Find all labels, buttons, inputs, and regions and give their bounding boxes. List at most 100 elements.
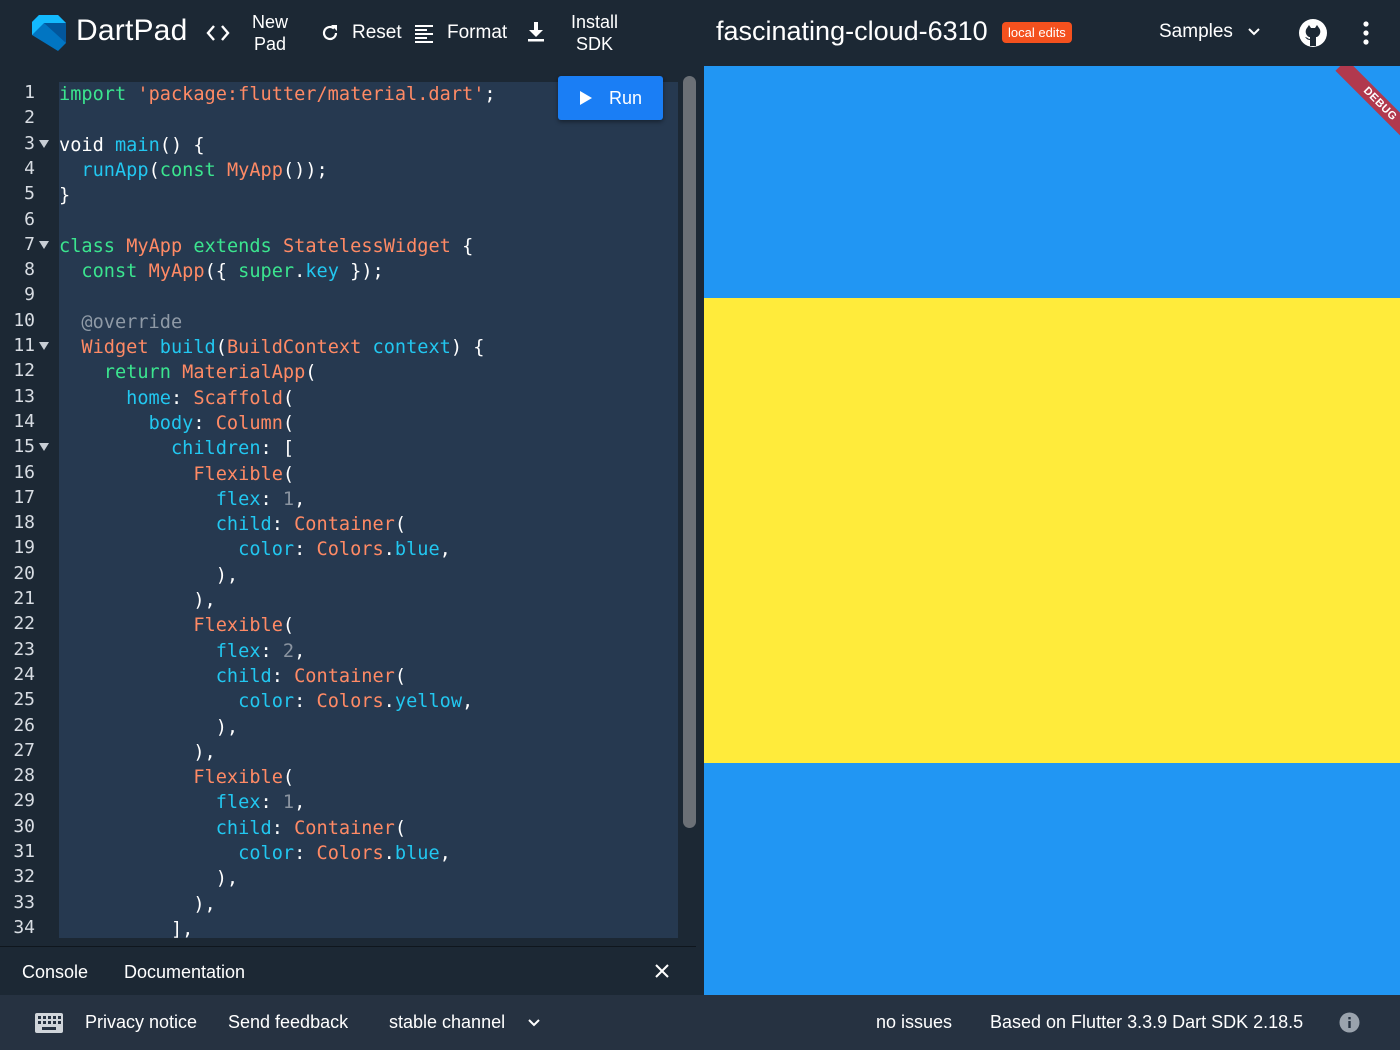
code-token: children — [170, 438, 261, 460]
code-token: Colors — [316, 539, 384, 561]
run-button[interactable]: Run — [558, 76, 663, 120]
code-token: Colors — [316, 843, 384, 864]
code-token: , — [294, 792, 306, 814]
install-sdk-label-line2: SDK — [576, 34, 614, 54]
code-token: MyApp — [148, 261, 205, 283]
code-token: StatelessWidget — [282, 235, 451, 257]
fold-arrow-icon[interactable] — [39, 342, 49, 350]
code-token: ), — [59, 893, 216, 915]
line-number-text: 13 — [13, 385, 35, 407]
code-token: ( — [282, 387, 295, 409]
send-feedback-link[interactable]: Send feedback — [228, 1012, 348, 1033]
preview-band-top — [704, 66, 1400, 298]
fold-arrow-icon[interactable] — [39, 240, 49, 249]
channel-selector[interactable]: stable channel — [389, 1012, 541, 1033]
app-preview[interactable]: DEBUG — [704, 66, 1400, 995]
code-token: 'package:flutter/material.dart' — [137, 84, 485, 105]
code-token: Flexible — [193, 615, 283, 637]
line-number: 27 — [0, 740, 59, 765]
github-icon[interactable] — [1298, 18, 1328, 48]
code-token: : — [294, 539, 317, 561]
download-icon[interactable] — [526, 21, 546, 43]
line-number: 31 — [0, 841, 59, 866]
line-number-text: 30 — [13, 815, 35, 837]
code-token: child — [215, 665, 272, 687]
fold-arrow-icon[interactable] — [39, 139, 49, 148]
console-bar: Console Documentation — [0, 946, 696, 995]
code-line: class MyApp extends StatelessWidget { — [59, 234, 473, 259]
tab-documentation[interactable]: Documentation — [124, 962, 245, 983]
code-token: ( — [282, 615, 295, 637]
embed-code-icon[interactable] — [206, 22, 230, 44]
code-token: ( — [282, 767, 295, 789]
app-header: DartPad New Pad Reset Format Install SDK… — [0, 0, 1400, 66]
chevron-down-icon — [528, 1018, 540, 1026]
install-sdk-label-line1: Install — [571, 12, 619, 32]
code-token: : — [260, 640, 283, 662]
code-token: ( — [282, 463, 295, 485]
code-line: Flexible( — [59, 765, 294, 790]
code-token: color — [238, 539, 295, 561]
panel-divider[interactable] — [696, 66, 704, 995]
fold-arrow-icon[interactable] — [39, 443, 49, 452]
info-icon[interactable] — [1339, 1012, 1360, 1038]
code-line: ), — [59, 588, 215, 613]
format-button[interactable]: Format — [414, 22, 507, 44]
line-number: 13 — [0, 386, 59, 411]
samples-dropdown[interactable]: Samples — [1159, 21, 1261, 43]
code-token: const — [159, 159, 216, 181]
code-token: flex — [215, 792, 261, 814]
code-token: super — [238, 261, 295, 283]
editor-scrollbar[interactable] — [683, 76, 696, 828]
code-token: 1 — [282, 488, 295, 510]
code-token: , — [294, 640, 306, 662]
keyboard-icon[interactable] — [35, 1013, 63, 1038]
code-editor[interactable]: import 'package:flutter/material.dart'; v… — [59, 82, 678, 938]
code-token: void — [59, 134, 115, 156]
code-line: runApp(const MyApp()); — [59, 158, 327, 183]
reset-button[interactable]: Reset — [320, 22, 402, 44]
code-token: home — [126, 387, 171, 409]
more-options-icon[interactable] — [1360, 20, 1372, 46]
code-token: Container — [294, 665, 395, 687]
line-number-text: 10 — [13, 309, 35, 331]
code-line: ), — [59, 563, 238, 588]
new-pad-button[interactable]: New Pad — [252, 11, 288, 55]
line-number: 16 — [0, 462, 59, 487]
status-footer: Privacy notice Send feedback stable chan… — [0, 995, 1400, 1050]
code-token: : — [170, 387, 194, 409]
app-name[interactable]: DartPad — [76, 14, 187, 48]
line-number-text: 19 — [13, 537, 35, 559]
code-token: key — [305, 261, 339, 283]
close-icon[interactable] — [654, 963, 670, 984]
code-token: class — [59, 235, 115, 257]
code-line: children: [ — [59, 436, 294, 461]
code-line: home: Scaffold( — [59, 386, 294, 411]
line-number-text: 16 — [13, 461, 35, 483]
tab-console[interactable]: Console — [22, 962, 88, 983]
line-number-text: 31 — [13, 841, 35, 862]
install-sdk-button[interactable]: Install SDK — [571, 11, 618, 55]
code-token: MyApp — [226, 159, 283, 181]
line-number-text: 3 — [24, 132, 35, 154]
snippet-title[interactable]: fascinating-cloud-6310 — [716, 16, 988, 47]
line-number: 19 — [0, 537, 59, 562]
line-number: 3 — [0, 133, 59, 158]
code-token: Widget — [81, 337, 149, 358]
privacy-notice-link[interactable]: Privacy notice — [85, 1012, 197, 1033]
dart-logo-icon — [32, 15, 66, 56]
issues-status: no issues — [876, 1012, 953, 1032]
line-number: 14 — [0, 411, 59, 436]
code-token: ), — [59, 564, 239, 586]
code-token: : — [260, 488, 283, 510]
code-token: ( — [215, 337, 227, 358]
code-token: . — [383, 539, 395, 561]
code-line: Flexible( — [59, 613, 294, 638]
